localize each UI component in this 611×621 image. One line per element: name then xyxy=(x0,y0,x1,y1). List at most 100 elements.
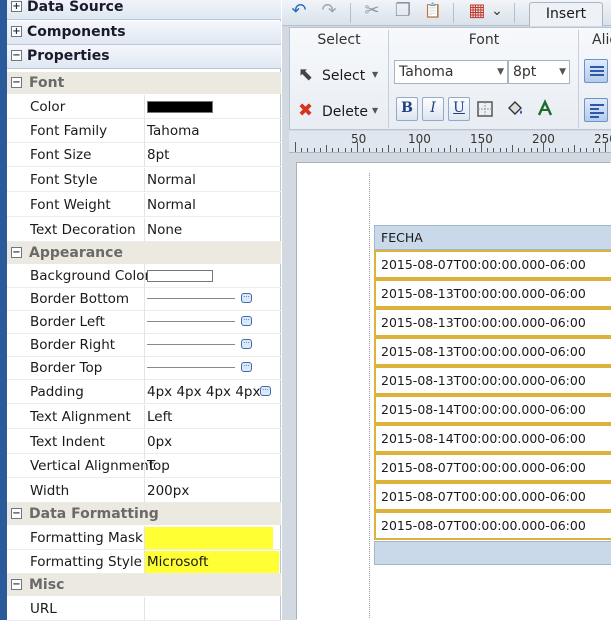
fill-color-icon[interactable] xyxy=(504,97,526,121)
prop-row-font-weight: Font Weight Normal xyxy=(7,193,281,217)
section-title: Misc xyxy=(29,577,65,593)
edit-padding-icon[interactable]: ··· xyxy=(260,386,271,396)
pointer-icon: ⬉ xyxy=(298,64,314,85)
prop-value-text-alignment[interactable]: Left xyxy=(144,405,281,429)
italic-button[interactable]: I xyxy=(422,97,444,121)
align-left-button[interactable] xyxy=(584,98,608,122)
paste-icon[interactable]: 📋 xyxy=(422,0,444,24)
ruler-tick xyxy=(561,148,563,152)
layout-icon[interactable]: ▦ xyxy=(466,0,488,24)
undo-icon[interactable]: ↶ xyxy=(288,0,310,24)
redo-icon[interactable]: ↷ xyxy=(318,0,340,24)
bold-button[interactable]: B xyxy=(396,97,418,121)
expand-icon[interactable]: + xyxy=(11,26,22,37)
prop-value-text: None xyxy=(147,222,183,238)
prop-value-border-right[interactable]: ··· xyxy=(144,333,281,357)
prop-row-color: Color xyxy=(7,95,281,119)
ruler-tick xyxy=(481,142,482,152)
prop-value-text-decoration[interactable]: None xyxy=(144,218,281,242)
section-appearance[interactable]: − Appearance xyxy=(7,242,281,264)
font-family-select[interactable]: Tahoma ▼ xyxy=(394,60,508,84)
ruler-tick xyxy=(499,148,501,152)
delete-button[interactable]: ✖ Delete ▼ xyxy=(296,100,386,126)
accordion-data-source[interactable]: + Data Source xyxy=(7,0,281,20)
align-top-button[interactable] xyxy=(584,59,608,83)
ruler-tick xyxy=(381,148,383,152)
table-row[interactable]: 2015-08-13T00:00:00.000-06:00 xyxy=(374,308,611,337)
edit-border-icon[interactable]: ··· xyxy=(241,316,252,326)
prop-value-formatting-mask[interactable] xyxy=(144,526,281,550)
prop-value-font-family[interactable]: Tahoma xyxy=(144,119,281,143)
prop-value-width[interactable]: 200px xyxy=(144,479,281,503)
prop-row-width: Width 200px xyxy=(7,479,281,503)
edit-border-icon[interactable]: ··· xyxy=(241,339,252,349)
prop-value-border-bottom[interactable]: ··· xyxy=(144,287,281,311)
prop-value-formatting-style[interactable]: Microsoft xyxy=(144,550,281,574)
group-title-select: Select xyxy=(317,32,361,48)
table-row[interactable]: 2015-08-13T00:00:00.000-06:00 xyxy=(374,337,611,366)
ruler-label: 50 xyxy=(351,132,367,146)
ruler-tick xyxy=(505,148,507,152)
collapse-icon[interactable]: − xyxy=(11,50,22,61)
report-page[interactable]: FECHA 2015-08-07T00:00:00.000-06:00 2015… xyxy=(297,163,611,620)
edit-border-icon[interactable]: ··· xyxy=(241,293,252,303)
prop-value-font-weight[interactable]: Normal xyxy=(144,193,281,217)
font-size-select[interactable]: 8pt ▼ xyxy=(508,60,570,84)
prop-value-background-color[interactable] xyxy=(144,264,281,288)
prop-value-color[interactable] xyxy=(144,95,281,119)
table-row[interactable]: 2015-08-07T00:00:00.000-06:00 xyxy=(374,482,611,511)
collapse-icon[interactable]: − xyxy=(11,247,22,258)
font-color-icon[interactable] xyxy=(534,97,556,121)
prop-label: Formatting Style xyxy=(30,554,142,570)
border-preview-line xyxy=(147,367,235,368)
border-icon[interactable] xyxy=(474,97,496,121)
section-font[interactable]: − Font xyxy=(7,72,281,94)
chevron-down-icon[interactable]: ⌄ xyxy=(490,0,504,24)
collapse-icon[interactable]: − xyxy=(11,579,22,590)
table-row[interactable]: 2015-08-13T00:00:00.000-06:00 xyxy=(374,366,611,395)
prop-value-border-top[interactable]: ··· xyxy=(144,356,281,380)
prop-value-font-size[interactable]: 8pt xyxy=(144,143,281,167)
chevron-down-icon[interactable]: ▼ xyxy=(372,70,378,79)
prop-label: Color xyxy=(30,99,66,115)
collapse-icon[interactable]: − xyxy=(11,508,22,519)
prop-label: Border Right xyxy=(30,337,116,353)
accordion-properties[interactable]: − Properties xyxy=(7,45,281,69)
tab-insert[interactable]: Insert xyxy=(529,2,603,26)
prop-value-text-indent[interactable]: 0px xyxy=(144,430,281,454)
select-button[interactable]: ⬉ Select ▼ xyxy=(296,64,386,90)
prop-value-font-style[interactable]: Normal xyxy=(144,168,281,192)
prop-row-background-color: Background Color xyxy=(7,264,281,288)
chevron-down-icon[interactable]: ▼ xyxy=(372,106,378,115)
ruler-tick xyxy=(518,148,520,152)
color-swatch[interactable] xyxy=(147,101,213,113)
underline-button[interactable]: U xyxy=(448,97,470,121)
table-row[interactable]: 2015-08-14T00:00:00.000-06:00 xyxy=(374,395,611,424)
border-preview-line xyxy=(147,344,235,345)
prop-value-vertical-alignment[interactable]: Top xyxy=(144,454,281,478)
expand-icon[interactable]: + xyxy=(11,1,22,12)
collapse-icon[interactable]: − xyxy=(11,77,22,88)
prop-value-border-left[interactable]: ··· xyxy=(144,310,281,334)
table-row[interactable]: 2015-08-13T00:00:00.000-06:00 xyxy=(374,279,611,308)
copy-icon[interactable]: ❐ xyxy=(392,0,414,24)
ruler-tick xyxy=(462,148,464,152)
accordion-components[interactable]: + Components xyxy=(7,21,281,45)
ruler-tick xyxy=(400,148,402,152)
section-data-formatting[interactable]: − Data Formatting xyxy=(7,503,281,525)
table-row[interactable]: 2015-08-07T00:00:00.000-06:00 xyxy=(374,511,611,540)
cut-icon[interactable]: ✂ xyxy=(361,0,383,24)
prop-row-padding: Padding 4px 4px 4px 4px ··· xyxy=(7,380,281,404)
table-row[interactable]: 2015-08-14T00:00:00.000-06:00 xyxy=(374,424,611,453)
horizontal-ruler: 50 100 150 200 250 xyxy=(289,131,611,153)
prop-label: Border Left xyxy=(30,314,105,330)
section-misc[interactable]: − Misc xyxy=(7,574,281,596)
edit-border-icon[interactable]: ··· xyxy=(241,362,252,372)
prop-value-url[interactable] xyxy=(144,597,281,621)
table-header-fecha[interactable]: FECHA xyxy=(374,225,611,250)
table-row[interactable]: 2015-08-07T00:00:00.000-06:00 xyxy=(374,453,611,482)
table-row[interactable]: 2015-08-07T00:00:00.000-06:00 xyxy=(374,250,611,279)
prop-row-formatting-style: Formatting Style Microsoft xyxy=(7,550,281,574)
color-swatch[interactable] xyxy=(147,270,213,282)
prop-value-padding[interactable]: 4px 4px 4px 4px ··· xyxy=(144,380,281,404)
